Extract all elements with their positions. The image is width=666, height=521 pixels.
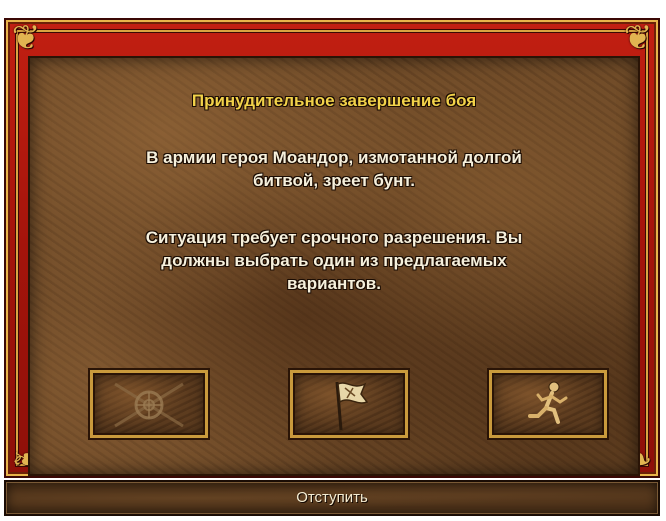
dialog-message-mutiny: В армии героя Моандор, измотанной долгой… (146, 148, 522, 190)
dialog-frame: ❦ ❦ ❧ ❧ Принудительное завершение боя В … (4, 18, 660, 480)
dialog-message-choice: Ситуация требует срочного разрешения. Вы… (145, 228, 523, 293)
broken-sword-shield-icon (114, 382, 184, 428)
corner-ornament-icon: ❦ (623, 18, 653, 58)
running-man-icon (528, 381, 568, 424)
white-flag-icon (335, 381, 369, 431)
option-button-retreat[interactable] (489, 370, 607, 438)
option-button-surrender[interactable] (290, 370, 408, 438)
game-screen: ❦ ❦ ❧ ❧ Принудительное завершение боя В … (0, 0, 666, 521)
dialog-panel: Принудительное завершение боя В армии ге… (28, 56, 640, 476)
option-button-fight[interactable] (90, 370, 208, 438)
status-bar: Отступить (4, 480, 660, 516)
corner-ornament-icon: ❦ (11, 18, 41, 58)
dialog-title: Принудительное завершение боя (191, 91, 477, 110)
